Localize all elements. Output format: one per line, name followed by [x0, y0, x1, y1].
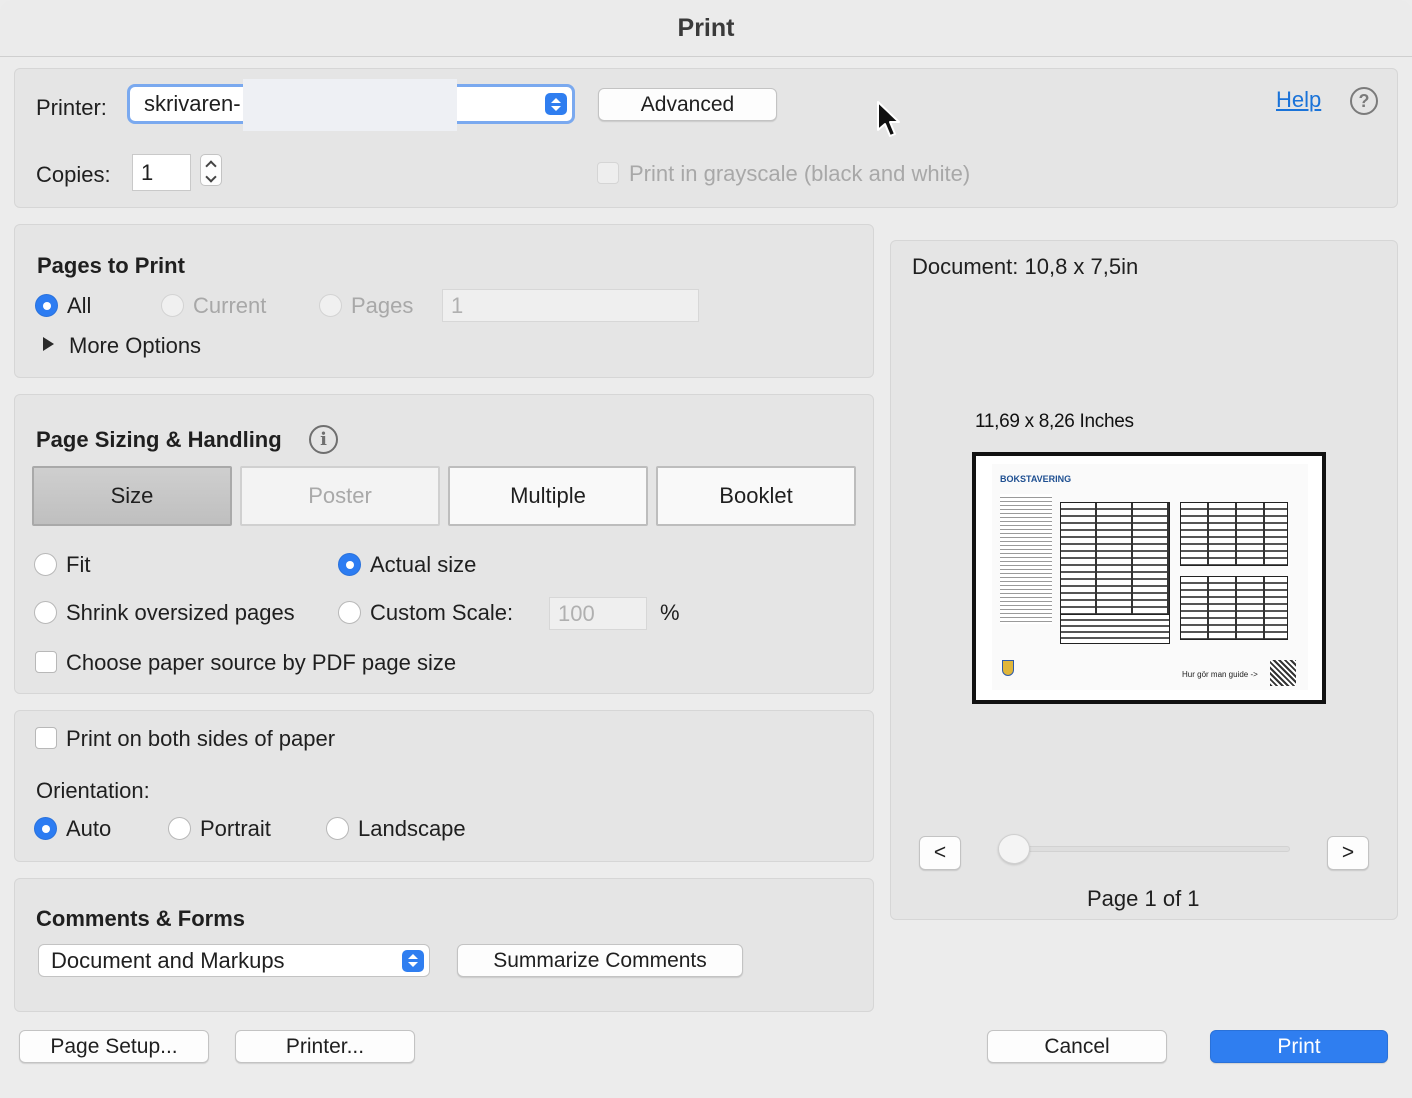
custom-scale-radio[interactable] — [338, 601, 361, 624]
orientation-portrait-radio[interactable] — [168, 817, 191, 840]
page-slider-thumb[interactable] — [998, 834, 1030, 864]
redacted-region — [243, 79, 457, 131]
thumbnail-table-1 — [1060, 502, 1170, 622]
actual-size-label: Actual size — [370, 552, 477, 577]
pages-label: Pages — [351, 293, 414, 318]
comments-forms-title: Comments & Forms — [36, 906, 246, 931]
thumbnail-heading: BOKSTAVERING — [1000, 474, 1072, 484]
custom-scale-label: Custom Scale: — [370, 600, 514, 625]
summarize-comments-button[interactable]: Summarize Comments — [457, 944, 743, 977]
copies-stepper[interactable] — [200, 154, 222, 186]
tab-size[interactable]: Size — [32, 466, 232, 526]
next-page-button[interactable]: > — [1327, 836, 1369, 870]
paper-size-label: 11,69 x 8,26 Inches — [975, 411, 1134, 432]
all-label: All — [67, 293, 92, 318]
thumbnail-text-column — [1000, 494, 1052, 624]
crest-icon — [1002, 660, 1014, 676]
pages-radio[interactable] — [319, 294, 342, 317]
copies-input[interactable]: 1 — [132, 154, 191, 191]
previous-page-button[interactable]: < — [919, 836, 961, 870]
document-size-label: Document: 10,8 x 7,5in — [912, 254, 1139, 279]
page-preview-thumbnail: BOKSTAVERING Hur gör man guide -> — [972, 452, 1326, 704]
printer-panel: Printer: skrivaren- Advanced Help ? Copi… — [14, 68, 1398, 208]
orientation-auto-label: Auto — [66, 816, 112, 841]
cancel-button[interactable]: Cancel — [987, 1030, 1167, 1063]
grayscale-checkbox[interactable] — [597, 162, 619, 184]
pages-to-print-panel: Pages to Print All Current Pages 1 More … — [14, 224, 874, 378]
thumbnail-footer-text: Hur gör man guide -> — [1182, 670, 1258, 679]
page-sizing-title: Page Sizing & Handling — [36, 427, 282, 452]
orientation-landscape-label: Landscape — [358, 816, 466, 841]
custom-scale-input[interactable]: 100 — [549, 597, 647, 630]
comments-select[interactable]: Document and Markups — [38, 944, 430, 977]
pages-to-print-title: Pages to Print — [37, 253, 185, 278]
percent-label: % — [660, 600, 680, 625]
both-sides-label: Print on both sides of paper — [66, 726, 336, 751]
thumbnail-table-3 — [1180, 576, 1288, 640]
chevron-updown-icon — [545, 93, 567, 115]
info-icon[interactable]: i — [309, 425, 338, 454]
current-radio[interactable] — [161, 294, 184, 317]
print-dialog: Print Printer: skrivaren- Advanced Help … — [0, 0, 1412, 1098]
advanced-button[interactable]: Advanced — [598, 88, 777, 121]
actual-size-radio[interactable] — [338, 553, 361, 576]
pages-range-input[interactable]: 1 — [442, 289, 699, 322]
help-icon[interactable]: ? — [1350, 87, 1378, 115]
current-label: Current — [193, 293, 267, 318]
shrink-oversized-radio[interactable] — [34, 601, 57, 624]
fit-label: Fit — [66, 552, 91, 577]
printer-select-value: skrivaren- — [144, 91, 241, 116]
tab-multiple[interactable]: Multiple — [448, 466, 648, 526]
shrink-oversized-label: Shrink oversized pages — [66, 600, 295, 625]
chevron-updown-icon — [402, 949, 424, 972]
printer-settings-button[interactable]: Printer... — [235, 1030, 415, 1063]
qr-code-icon — [1270, 660, 1296, 686]
more-options-label[interactable]: More Options — [69, 333, 201, 359]
printer-label: Printer: — [36, 95, 107, 120]
help-link[interactable]: Help — [1276, 87, 1321, 113]
page-setup-button[interactable]: Page Setup... — [19, 1030, 209, 1063]
thumbnail-table-1b — [1060, 614, 1170, 644]
window-title: Print — [0, 0, 1412, 57]
print-button[interactable]: Print — [1210, 1030, 1388, 1063]
comments-select-value: Document and Markups — [51, 947, 285, 973]
printer-select[interactable]: skrivaren- — [127, 79, 575, 131]
fit-radio[interactable] — [34, 553, 57, 576]
tab-poster[interactable]: Poster — [240, 466, 440, 526]
both-sides-checkbox[interactable] — [35, 727, 57, 749]
orientation-portrait-label: Portrait — [200, 816, 271, 841]
paper-source-checkbox[interactable] — [35, 651, 57, 673]
grayscale-label: Print in grayscale (black and white) — [629, 161, 971, 186]
orientation-label: Orientation: — [36, 778, 150, 803]
copies-label: Copies: — [36, 162, 111, 187]
paper-source-label: Choose paper source by PDF page size — [66, 650, 457, 675]
disclosure-triangle-icon[interactable] — [43, 337, 54, 351]
thumbnail-page: BOKSTAVERING Hur gör man guide -> — [992, 464, 1308, 690]
page-slider-track[interactable] — [1000, 846, 1290, 852]
thumbnail-table-2 — [1180, 502, 1288, 566]
chevron-down-icon — [205, 171, 217, 183]
chevron-up-icon — [205, 160, 217, 172]
orientation-auto-radio[interactable] — [34, 817, 57, 840]
mouse-cursor-icon — [877, 101, 900, 137]
orientation-landscape-radio[interactable] — [326, 817, 349, 840]
tab-booklet[interactable]: Booklet — [656, 466, 856, 526]
page-indicator: Page 1 of 1 — [1087, 886, 1200, 911]
all-radio[interactable] — [35, 294, 58, 317]
